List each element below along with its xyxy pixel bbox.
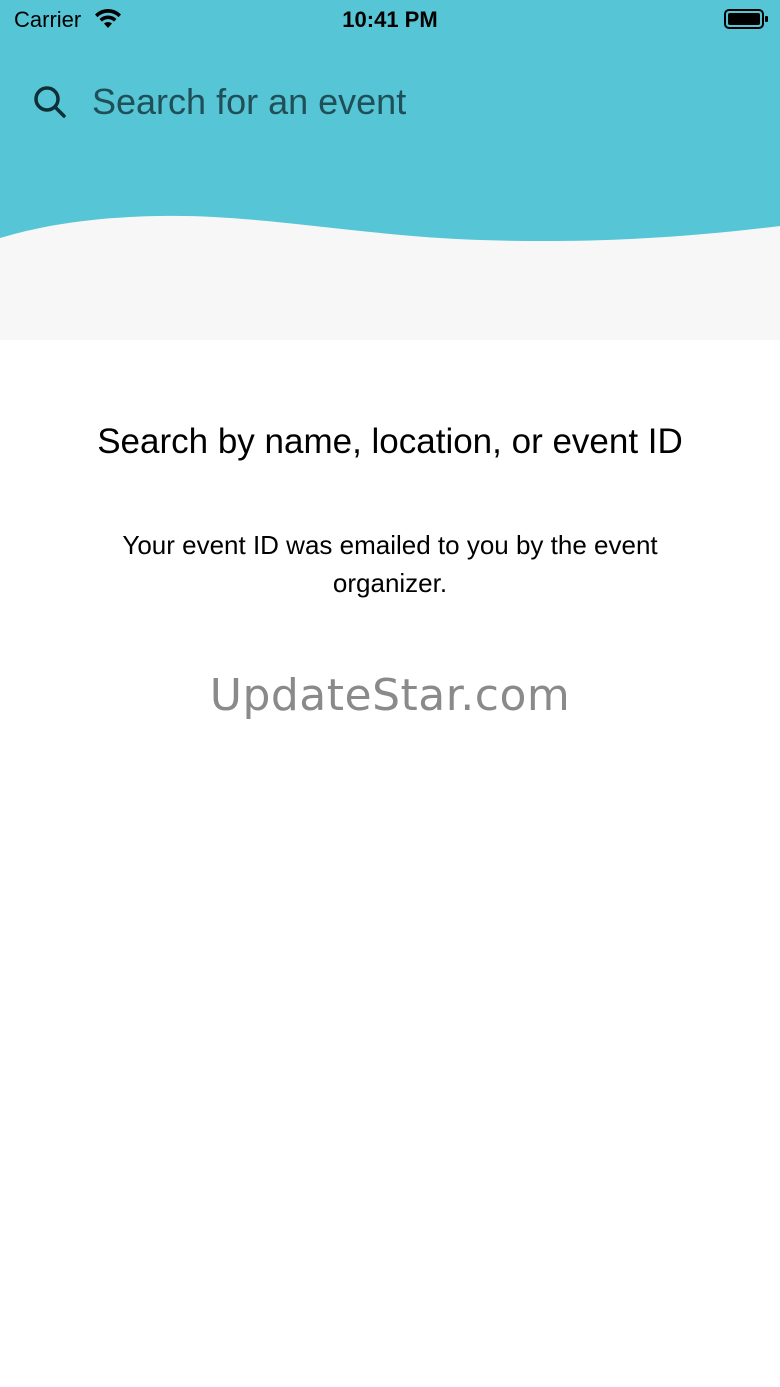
watermark: UpdateStar.com xyxy=(209,670,571,721)
header: Carrier 10:41 PM xyxy=(0,0,780,340)
empty-state-title: Search by name, location, or event ID xyxy=(97,422,683,461)
empty-state-subtitle: Your event ID was emailed to you by the … xyxy=(122,530,658,598)
search-icon[interactable] xyxy=(32,84,68,120)
status-bar: Carrier 10:41 PM xyxy=(0,0,780,40)
search-bar[interactable] xyxy=(20,70,760,134)
battery-icon xyxy=(724,9,768,29)
clock: 10:41 PM xyxy=(342,7,438,32)
event-search-screen: Carrier 10:41 PM Search by name, locatio… xyxy=(0,0,780,1387)
search-input[interactable] xyxy=(92,81,712,123)
